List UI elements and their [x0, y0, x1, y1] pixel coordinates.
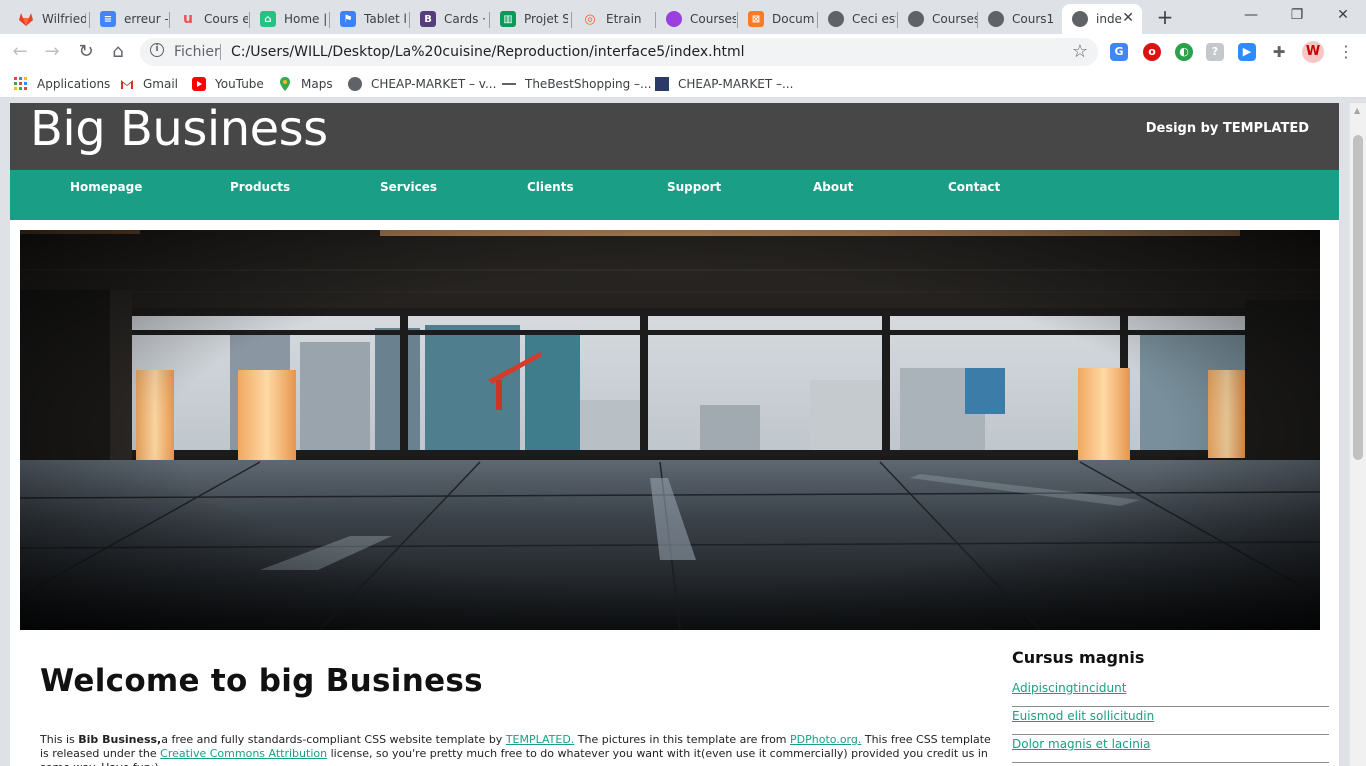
list-item: Euismod elit sollicitudin: [1012, 707, 1329, 735]
profile-avatar[interactable]: W: [1302, 41, 1324, 63]
bookmark-gmail[interactable]: Gmail: [120, 75, 178, 93]
tab-6[interactable]: B Cards ·: [410, 4, 490, 34]
sidebar: Cursus magnis Adipiscingtincidunt Euismo…: [1012, 648, 1329, 763]
globe-icon: [348, 77, 362, 91]
templated-link[interactable]: TEMPLATED.: [506, 733, 574, 746]
bookmark-star-icon[interactable]: ☆: [1072, 41, 1088, 62]
menu-kebab-icon[interactable]: ⋮: [1334, 40, 1358, 64]
menu-homepage[interactable]: Homepage: [70, 180, 142, 194]
vertical-scrollbar[interactable]: ▲: [1349, 103, 1366, 766]
extensions-puzzle-icon[interactable]: ✚: [1270, 43, 1288, 61]
tab-13[interactable]: Cours1: [978, 4, 1060, 34]
circle-icon: [666, 11, 682, 27]
bookmark-cheap-market-2[interactable]: CHEAP-MARKET –...: [655, 75, 793, 93]
bootstrap-icon: B: [420, 11, 436, 27]
list-item: Dolor magnis et lacinia: [1012, 735, 1329, 763]
bookmark-cheap-market-1[interactable]: CHEAP-MARKET – v...: [348, 75, 496, 93]
bookmarks-bar: Applications Gmail YouTube Maps CHEAP-MA…: [0, 70, 1366, 98]
gitlab-icon: [18, 11, 34, 27]
tab-3[interactable]: u Cours e: [170, 4, 250, 34]
adblock-icon[interactable]: o: [1143, 43, 1161, 61]
globe-icon: [1072, 11, 1088, 27]
menu-support[interactable]: Support: [667, 180, 721, 194]
sidebar-link-3[interactable]: Dolor magnis et lacinia: [1012, 737, 1151, 751]
creative-commons-link[interactable]: Creative Commons Attribution: [160, 747, 327, 760]
google-docs-icon: ≡: [100, 11, 116, 27]
minimize-button[interactable]: —: [1228, 0, 1274, 30]
design-credit: Design by TEMPLATED: [1145, 121, 1309, 136]
reload-button[interactable]: ↻: [74, 40, 98, 64]
close-tab-icon[interactable]: ✕: [1122, 10, 1134, 26]
tab-12[interactable]: Courses: [898, 4, 978, 34]
menu-contact[interactable]: Contact: [948, 180, 1000, 194]
sidebar-links: Adipiscingtincidunt Euismod elit sollici…: [1012, 679, 1329, 763]
restore-button[interactable]: ❐: [1274, 0, 1320, 30]
site-wrapper: Big Business Design by TEMPLATED Homepag…: [10, 103, 1339, 766]
tab-7[interactable]: ▥ Projet S: [490, 4, 572, 34]
apps-grid-icon: [14, 77, 28, 91]
tab-10[interactable]: ⊠ Docum: [738, 4, 818, 34]
menu-products[interactable]: Products: [230, 180, 290, 194]
bookmark-maps[interactable]: Maps: [278, 75, 333, 93]
sidebar-title: Cursus magnis: [1012, 648, 1145, 667]
page-viewport: Big Business Design by TEMPLATED Homepag…: [0, 103, 1349, 766]
tab-2[interactable]: ≡ erreur -: [90, 4, 170, 34]
extension-globe-icon[interactable]: ◐: [1175, 43, 1193, 61]
close-window-button[interactable]: ✕: [1320, 0, 1366, 30]
bookmark-youtube[interactable]: YouTube: [192, 75, 264, 93]
gmail-icon: [120, 77, 134, 91]
site-logo[interactable]: Big Business: [30, 103, 328, 157]
list-item: Adipiscingtincidunt: [1012, 679, 1329, 707]
browser-toolbar: ← → ↻ ⌂ i Fichier C:/Users/WILL/Desktop/…: [0, 34, 1366, 70]
tab-1[interactable]: Wilfried: [8, 4, 90, 34]
menu-about[interactable]: About: [813, 180, 853, 194]
sidebar-link-1[interactable]: Adipiscingtincidunt: [1012, 681, 1126, 695]
site-info-icon[interactable]: i: [150, 43, 164, 57]
hero-image: [20, 230, 1320, 630]
market-icon: [655, 77, 669, 91]
scrollbar-thumb[interactable]: [1353, 135, 1363, 460]
menu-services[interactable]: Services: [380, 180, 437, 194]
zoom-icon[interactable]: ▶: [1238, 43, 1256, 61]
home-app-icon: ⌂: [260, 11, 276, 27]
forward-button[interactable]: →: [40, 40, 64, 64]
flag-icon: ⚑: [340, 11, 356, 27]
address-bar[interactable]: i Fichier C:/Users/WILL/Desktop/La%20cui…: [140, 38, 1098, 66]
youtube-icon: [192, 77, 206, 91]
globe-icon: [908, 11, 924, 27]
trello-icon: ▥: [500, 11, 516, 27]
globe-icon: [828, 11, 844, 27]
scroll-up-icon[interactable]: ▲: [1354, 106, 1360, 115]
home-button[interactable]: ⌂: [106, 40, 130, 64]
tab-strip: Wilfried ≡ erreur - u Cours e ⌂ Home | ⚑…: [0, 0, 1366, 34]
site-header: Big Business Design by TEMPLATED: [10, 103, 1339, 170]
udemy-icon: u: [183, 11, 193, 27]
url-text[interactable]: C:/Users/WILL/Desktop/La%20cuisine/Repro…: [231, 44, 745, 60]
bookmark-applications[interactable]: Applications: [14, 75, 110, 93]
maps-pin-icon: [278, 77, 292, 91]
pdphoto-link[interactable]: PDPhoto.org.: [790, 733, 861, 746]
tab-5[interactable]: ⚑ Tablet l: [330, 4, 410, 34]
main-menu: Homepage Products Services Clients Suppo…: [10, 170, 1339, 220]
etrain-icon: ◎: [584, 11, 596, 27]
back-button[interactable]: ←: [8, 40, 32, 64]
tab-active[interactable]: inde ✕: [1062, 4, 1142, 34]
xampp-icon: ⊠: [748, 11, 764, 27]
tab-4[interactable]: ⌂ Home |: [250, 4, 330, 34]
google-translate-icon[interactable]: G: [1110, 43, 1128, 61]
shield-extension-icon[interactable]: ?: [1206, 43, 1224, 61]
page-title: Welcome to big Business: [40, 663, 483, 699]
menu-clients[interactable]: Clients: [527, 180, 574, 194]
sidebar-link-2[interactable]: Euismod elit sollicitudin: [1012, 709, 1154, 723]
new-tab-button[interactable]: +: [1152, 6, 1178, 30]
tab-8[interactable]: ◎ Etrain: [572, 4, 656, 34]
bookmark-thebestshopping[interactable]: TheBestShopping –...: [502, 75, 652, 93]
main-content: Welcome to big Business This is Bib Busi…: [40, 663, 1000, 766]
intro-paragraph: This is Bib Business,a free and fully st…: [40, 733, 991, 766]
tab-11[interactable]: Ceci est: [818, 4, 898, 34]
tab-9[interactable]: Courses: [656, 4, 738, 34]
globe-icon: [988, 11, 1004, 27]
shopping-icon: [502, 83, 516, 89]
